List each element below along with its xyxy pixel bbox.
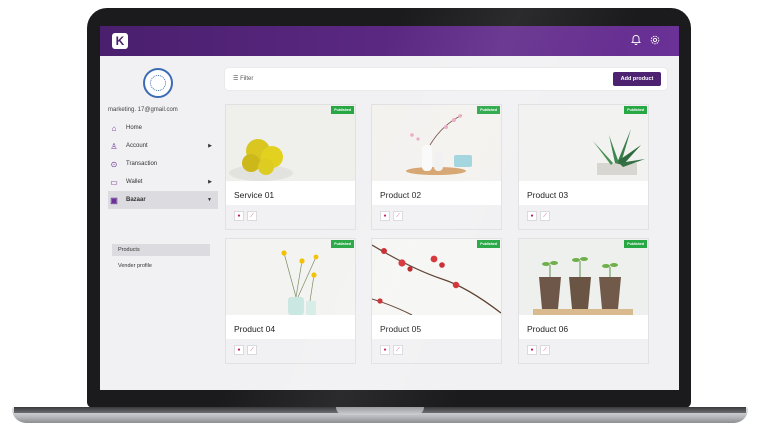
gear-icon[interactable] [648,34,662,48]
sidebar-item-wallet[interactable]: ▭ Wallet ▶ [108,173,218,191]
user-email: marketing. 17@gmail.com [108,107,178,113]
product-card[interactable]: Published Product 05 ● ⟋ [371,238,502,364]
chart-icon[interactable]: ⟋ [393,345,403,355]
filter-button[interactable]: ☰ Filter [233,75,253,82]
product-grid: Published Service 01 ● ⟋ Published Produ… [225,104,667,374]
card-actions: ● ⟋ [519,339,648,363]
product-title: Product 05 [380,324,422,334]
chart-icon[interactable]: ⟋ [540,211,550,221]
published-badge: Published [331,240,354,248]
product-title: Product 06 [527,324,569,334]
product-image-yellow-flowers [226,239,355,315]
sidebar-item-label: Home [126,125,143,131]
chart-icon[interactable]: ⟋ [540,345,550,355]
card-actions: ● ⟋ [372,205,501,229]
chart-icon[interactable]: ⟋ [247,211,257,221]
top-bar: K [100,26,679,56]
sidebar-item-bazaar[interactable]: ▣ Bazaar ▼ [108,191,218,209]
sidebar: marketing. 17@gmail.com ⌂ Home ♙ Account… [100,56,222,390]
published-badge: Published [331,106,354,114]
bazaar-submenu: Products Vender profile [112,244,210,276]
eye-icon[interactable]: ● [527,211,537,221]
chart-icon[interactable]: ⟋ [393,211,403,221]
published-badge: Published [477,106,500,114]
wallet-icon: ▭ [110,177,118,187]
product-image-seedlings [519,239,648,315]
eye-icon[interactable]: ● [234,211,244,221]
published-badge: Published [477,240,500,248]
card-actions: ● ⟋ [519,205,648,229]
product-card[interactable]: Published Product 02 ● ⟋ [371,104,502,230]
sidebar-item-home[interactable]: ⌂ Home [108,119,218,137]
card-actions: ● ⟋ [226,205,355,229]
card-actions: ● ⟋ [372,339,501,363]
sidebar-menu: ⌂ Home ♙ Account ▶ ⊙ Transaction ▭ Walle… [108,119,218,209]
product-title: Service 01 [234,190,275,200]
card-actions: ● ⟋ [226,339,355,363]
product-card[interactable]: Published Product 03 ● ⟋ [518,104,649,230]
caret-right-icon: ▶ [208,143,212,149]
product-title: Product 04 [234,324,276,334]
product-card[interactable]: Published Product 06 ● ⟋ [518,238,649,364]
home-icon: ⌂ [111,123,117,133]
eye-icon[interactable]: ● [234,345,244,355]
sidebar-item-label: Transaction [126,161,158,167]
sidebar-item-label: Wallet [126,179,143,185]
add-product-button[interactable]: Add product [613,72,661,86]
bell-icon[interactable] [629,34,643,48]
caret-right-icon: ▶ [208,179,212,185]
published-badge: Published [624,106,647,114]
stage: K marketing. 17@gmail.com ⌂ Home ♙ Accou… [0,0,760,432]
eye-icon[interactable]: ● [380,211,390,221]
product-card[interactable]: Published Service 01 ● ⟋ [225,104,356,230]
chart-icon[interactable]: ⟋ [247,345,257,355]
filter-label: Filter [240,76,254,82]
sidebar-item-account[interactable]: ♙ Account ▶ [108,137,218,155]
organization-seal [143,68,173,98]
product-image-cactus [226,105,355,181]
product-card[interactable]: Published Product 04 ● ⟋ [225,238,356,364]
transaction-icon: ⊙ [110,159,118,169]
laptop-notch [336,407,424,415]
sidebar-item-label: Bazaar [126,197,146,203]
product-image-succulent [519,105,648,181]
app-screen: K marketing. 17@gmail.com ⌂ Home ♙ Accou… [100,26,679,390]
product-title: Product 03 [527,190,569,200]
product-image-vases [372,105,501,181]
product-title: Product 02 [380,190,422,200]
eye-icon[interactable]: ● [380,345,390,355]
app-logo[interactable]: K [112,33,128,49]
published-badge: Published [624,240,647,248]
user-icon: ♙ [110,141,118,151]
bazaar-icon: ▣ [110,195,118,205]
eye-icon[interactable]: ● [527,345,537,355]
sidebar-item-label: Account [126,143,148,149]
caret-down-icon: ▼ [207,197,212,203]
submenu-vender-profile[interactable]: Vender profile [112,260,210,272]
sidebar-item-transaction[interactable]: ⊙ Transaction [108,155,218,173]
submenu-products[interactable]: Products [112,244,210,256]
filter-icon: ☰ [233,76,239,82]
filter-bar: ☰ Filter Add product [225,68,667,90]
product-image-red-blossoms [372,239,501,315]
